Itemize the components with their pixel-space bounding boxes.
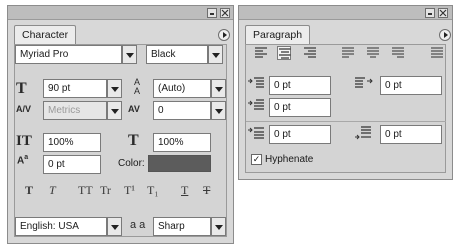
kerning-icon: A/V <box>16 104 32 114</box>
hyphenate-checkbox[interactable]: ✓ <box>251 154 262 165</box>
vertical-scale-field[interactable]: 100% <box>43 133 101 152</box>
justify-last-center-icon[interactable] <box>366 46 380 60</box>
antialias-field[interactable]: Sharp <box>153 217 211 236</box>
tracking-dropdown[interactable] <box>211 101 226 120</box>
minimize-icon[interactable] <box>425 8 435 18</box>
faux-italic-button[interactable]: T <box>49 183 56 198</box>
align-right-icon[interactable] <box>303 46 317 60</box>
paragraph-titlebar <box>239 6 452 20</box>
leading-field[interactable]: (Auto) <box>153 79 211 98</box>
first-line-indent-field[interactable]: 0 pt <box>269 98 331 117</box>
first-line-indent-icon <box>248 99 264 116</box>
vertical-scale-icon: IT <box>16 133 32 149</box>
tracking-field[interactable]: 0 <box>153 101 211 120</box>
all-caps-button[interactable]: TT <box>78 183 93 198</box>
baseline-shift-icon: Aa <box>17 154 29 167</box>
indent-right-field[interactable]: 0 pt <box>380 76 442 95</box>
antialias-dropdown[interactable] <box>211 217 226 236</box>
horizontal-scale-field[interactable]: 100% <box>153 133 211 152</box>
space-after-field[interactable]: 0 pt <box>380 125 442 144</box>
font-style-dropdown[interactable] <box>208 45 223 64</box>
color-label: Color: <box>118 158 145 169</box>
language-field[interactable]: English: USA <box>15 217 107 236</box>
small-caps-button[interactable]: Tr <box>100 183 111 198</box>
panel-menu-icon[interactable] <box>218 29 230 41</box>
indent-right-icon <box>355 77 373 94</box>
align-left-icon[interactable] <box>254 46 268 60</box>
font-style-field[interactable]: Black <box>146 45 208 64</box>
justify-all-icon[interactable] <box>430 46 444 60</box>
character-titlebar <box>8 6 233 20</box>
font-family-field[interactable]: Myriad Pro <box>15 45 122 64</box>
tab-paragraph[interactable]: Paragraph <box>245 25 311 44</box>
space-before-icon <box>248 126 264 143</box>
subscript-button[interactable]: T₁ <box>147 183 159 198</box>
superscript-button[interactable]: T¹ <box>124 183 135 198</box>
align-center-icon[interactable] <box>277 46 291 60</box>
underline-button[interactable]: T <box>181 183 188 198</box>
justify-last-right-icon[interactable] <box>391 46 405 60</box>
color-swatch[interactable] <box>148 155 211 172</box>
close-icon[interactable] <box>438 8 448 18</box>
character-panel: Character <box>7 5 234 244</box>
font-size-dropdown[interactable] <box>107 79 122 98</box>
space-before-field[interactable]: 0 pt <box>269 125 331 144</box>
faux-bold-button[interactable]: T <box>25 183 33 198</box>
baseline-shift-field[interactable]: 0 pt <box>43 155 101 174</box>
panel-menu-icon[interactable] <box>439 29 451 41</box>
space-after-icon <box>355 126 373 143</box>
horizontal-scale-icon: T <box>128 132 139 149</box>
tracking-icon: AV <box>128 104 140 114</box>
justify-last-left-icon[interactable] <box>341 46 355 60</box>
close-icon[interactable] <box>220 8 230 18</box>
tab-character[interactable]: Character <box>14 25 77 44</box>
kerning-field[interactable]: Metrics <box>43 101 107 120</box>
strikethrough-button[interactable]: T <box>203 183 210 198</box>
font-size-icon: T <box>16 80 27 97</box>
paragraph-divider <box>246 121 446 122</box>
indent-left-icon <box>248 77 264 94</box>
font-size-field[interactable]: 90 pt <box>43 79 107 98</box>
indent-left-field[interactable]: 0 pt <box>269 76 331 95</box>
antialias-icon: a a <box>130 219 146 231</box>
font-family-dropdown[interactable] <box>122 45 137 64</box>
language-dropdown[interactable] <box>107 217 122 236</box>
leading-icon: AA <box>133 77 140 96</box>
hyphenate-label: Hyphenate <box>265 154 314 165</box>
leading-dropdown[interactable] <box>211 79 226 98</box>
kerning-dropdown[interactable] <box>107 101 122 120</box>
minimize-icon[interactable] <box>207 8 217 18</box>
